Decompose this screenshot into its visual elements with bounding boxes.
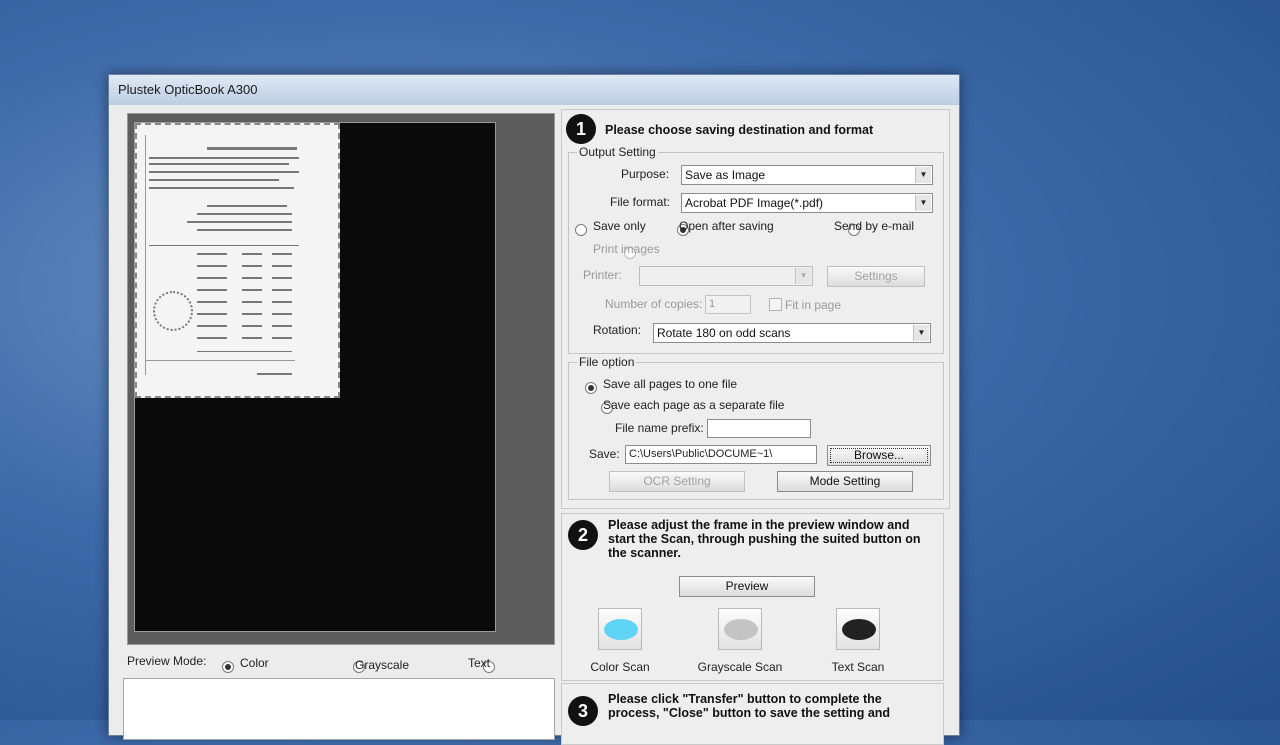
save-all-pages-radio[interactable]	[585, 381, 597, 394]
step3-instructions: Please click "Transfer" button to comple…	[608, 692, 891, 720]
browse-button[interactable]: Browse...	[827, 445, 931, 466]
output-setting-label: Output Setting	[577, 145, 658, 159]
rotation-dropdown[interactable]: Rotate 180 on odd scans ▼	[653, 323, 931, 343]
dialog-body: Preview Mode: Color Grayscale Text 1 Ple…	[109, 105, 959, 745]
text-scan-icon	[842, 619, 876, 640]
step1-title: Please choose saving destination and for…	[605, 123, 874, 137]
file-format-dropdown[interactable]: Acrobat PDF Image(*.pdf) ▼	[681, 193, 933, 213]
file-format-value: Acrobat PDF Image(*.pdf)	[685, 196, 824, 210]
grayscale-scan-label: Grayscale Scan	[697, 660, 783, 674]
file-format-label: File format:	[610, 195, 671, 209]
file-option-label: File option	[577, 355, 637, 369]
preview-mode-text-label[interactable]: Text	[468, 656, 490, 670]
chevron-down-icon: ▼	[913, 325, 929, 341]
step3-section: 3 Please click "Transfer" button to comp…	[561, 683, 944, 745]
purpose-label: Purpose:	[621, 167, 670, 181]
step2-number-icon: 2	[568, 520, 598, 550]
preview-panel	[127, 113, 555, 645]
copies-input[interactable]: 1	[705, 295, 751, 314]
preview-mode-label: Preview Mode:	[127, 654, 207, 668]
chevron-down-icon: ▼	[915, 195, 931, 211]
color-scan-button[interactable]	[598, 608, 642, 650]
chevron-down-icon: ▼	[795, 268, 811, 284]
save-only-radio[interactable]	[575, 223, 587, 236]
fit-in-page-label[interactable]: Fit in page	[785, 298, 841, 312]
save-only-label[interactable]: Save only	[593, 219, 646, 233]
rotation-label: Rotation:	[593, 323, 642, 337]
save-path-input[interactable]: C:\Users\Public\DOCUME~1\	[625, 445, 817, 464]
file-name-prefix-label: File name prefix:	[615, 421, 704, 435]
printer-dropdown[interactable]: ▼	[639, 266, 813, 286]
preview-mode-color-label[interactable]: Color	[240, 656, 269, 670]
ocr-setting-button[interactable]: OCR Setting	[609, 471, 745, 492]
step2-section: 2 Please adjust the frame in the preview…	[561, 513, 944, 681]
color-scan-label: Color Scan	[590, 660, 650, 674]
color-scan-icon	[604, 619, 638, 640]
save-path-label: Save:	[589, 447, 620, 461]
step1-section: 1 Please choose saving destination and f…	[561, 109, 950, 509]
step1-number-icon: 1	[566, 114, 596, 144]
rotation-value: Rotate 180 on odd scans	[657, 326, 791, 340]
printer-settings-button[interactable]: Settings	[827, 266, 925, 287]
preview-mode-color-radio[interactable]	[222, 660, 234, 673]
send-by-email-label[interactable]: Send by e-mail	[834, 219, 914, 233]
grayscale-scan-icon	[724, 619, 758, 640]
preview-button[interactable]: Preview	[679, 576, 815, 597]
text-scan-button[interactable]	[836, 608, 880, 650]
printer-label: Printer:	[583, 268, 622, 282]
text-scan-label: Text Scan	[831, 660, 885, 674]
preview-mode-grayscale-label[interactable]: Grayscale	[355, 658, 409, 672]
copies-label: Number of copies:	[605, 297, 703, 311]
step3-number-icon: 3	[568, 696, 598, 726]
scanned-page-thumbnail[interactable]	[135, 123, 340, 398]
step2-instructions: Please adjust the frame in the preview w…	[608, 518, 921, 560]
open-after-saving-label[interactable]: Open after saving	[679, 219, 774, 233]
chevron-down-icon: ▼	[915, 167, 931, 183]
grayscale-scan-button[interactable]	[718, 608, 762, 650]
output-setting-group: Output Setting Purpose: Save as Image ▼ …	[568, 145, 944, 354]
scanner-dialog-window: Plustek OpticBook A300 Preview Mode: Col…	[108, 74, 960, 745]
save-all-pages-label[interactable]: Save all pages to one file	[603, 377, 737, 391]
fit-in-page-checkbox[interactable]	[769, 298, 782, 311]
purpose-dropdown[interactable]: Save as Image ▼	[681, 165, 933, 185]
purpose-value: Save as Image	[685, 168, 766, 182]
print-images-label[interactable]: Print images	[593, 242, 660, 256]
status-log-area	[123, 678, 555, 740]
file-option-group: File option Save all pages to one file S…	[568, 355, 944, 500]
mode-setting-button[interactable]: Mode Setting	[777, 471, 913, 492]
save-each-page-label[interactable]: Save each page as a separate file	[603, 398, 784, 412]
window-title: Plustek OpticBook A300	[109, 75, 959, 105]
file-name-prefix-input[interactable]	[707, 419, 811, 438]
preview-canvas[interactable]	[134, 122, 496, 632]
